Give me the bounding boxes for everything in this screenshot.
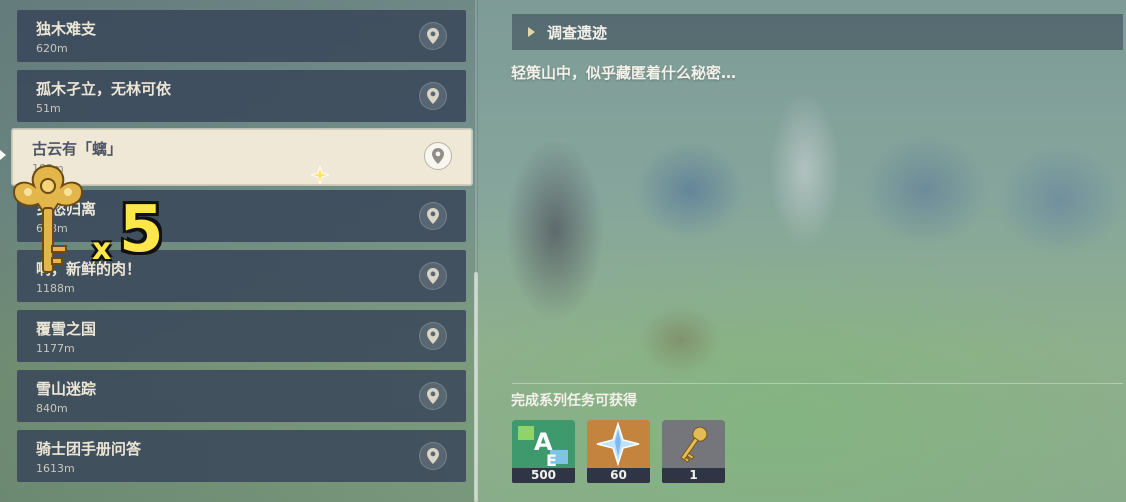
quest-distance: 1613m <box>36 462 75 475</box>
quest-name: 覆雪之国 <box>36 320 97 338</box>
rewards-label: 完成系列任务可获得 <box>511 393 637 409</box>
overlay-multiplier: x <box>92 232 112 267</box>
quest-distance: 840m <box>36 402 68 415</box>
quest-item[interactable]: 孤木孑立，无林可依 51m <box>17 70 466 122</box>
quest-description: 轻策山中，似乎藏匿着什么秘密… <box>511 64 737 82</box>
reward-key[interactable]: 1 <box>662 420 725 483</box>
cursor-sparkle-icon <box>309 164 331 188</box>
quest-name: 独木难支 <box>36 20 97 38</box>
quest-item[interactable]: 覆雪之国 1177m <box>17 310 466 362</box>
quest-item[interactable]: 骑士团手册问答 1613m <box>17 430 466 482</box>
divider <box>512 383 1123 384</box>
map-pin-icon[interactable] <box>419 202 447 230</box>
quest-distance: 620m <box>36 42 68 55</box>
reward-primogem[interactable]: 60 <box>587 420 650 483</box>
quest-distance: 1177m <box>36 342 75 355</box>
map-pin-icon[interactable] <box>419 382 447 410</box>
map-pin-icon[interactable] <box>419 262 447 290</box>
key-icon <box>662 420 725 468</box>
overlay-count: 5 <box>119 193 164 267</box>
triangle-right-icon <box>528 27 535 37</box>
adventure-exp-icon: A E <box>512 420 575 468</box>
map-pin-icon[interactable] <box>419 442 447 470</box>
scrollbar-thumb[interactable] <box>474 272 478 502</box>
map-pin-icon[interactable] <box>419 322 447 350</box>
quest-name: 骑士团手册问答 <box>36 440 142 458</box>
quest-name: 雪山迷踪 <box>36 380 97 398</box>
series-header[interactable]: 调查遗迹 <box>512 14 1123 50</box>
quest-item[interactable]: 雪山迷踪 840m <box>17 370 466 422</box>
reward-quantity: 60 <box>587 468 650 483</box>
quest-name: 孤木孑立，无林可依 <box>36 80 172 98</box>
selection-indicator-icon <box>0 150 6 160</box>
series-title: 调查遗迹 <box>547 24 608 42</box>
reward-adventure-exp[interactable]: A E 500 <box>512 420 575 483</box>
map-pin-icon[interactable] <box>419 82 447 110</box>
quest-item[interactable]: 独木难支 620m <box>17 10 466 62</box>
map-pin-icon[interactable] <box>419 22 447 50</box>
golden-key-icon <box>8 160 88 289</box>
map-pin-icon[interactable] <box>424 142 452 170</box>
primogem-icon <box>587 420 650 468</box>
quest-distance: 51m <box>36 102 61 115</box>
reward-quantity: 1 <box>662 468 725 483</box>
reward-quantity: 500 <box>512 468 575 483</box>
quest-detail-panel: 调查遗迹 轻策山中，似乎藏匿着什么秘密… 完成系列任务可获得 A E 500 6… <box>480 0 1126 502</box>
quest-name: 古云有「螭」 <box>32 140 123 158</box>
svg-text:E: E <box>546 451 557 468</box>
